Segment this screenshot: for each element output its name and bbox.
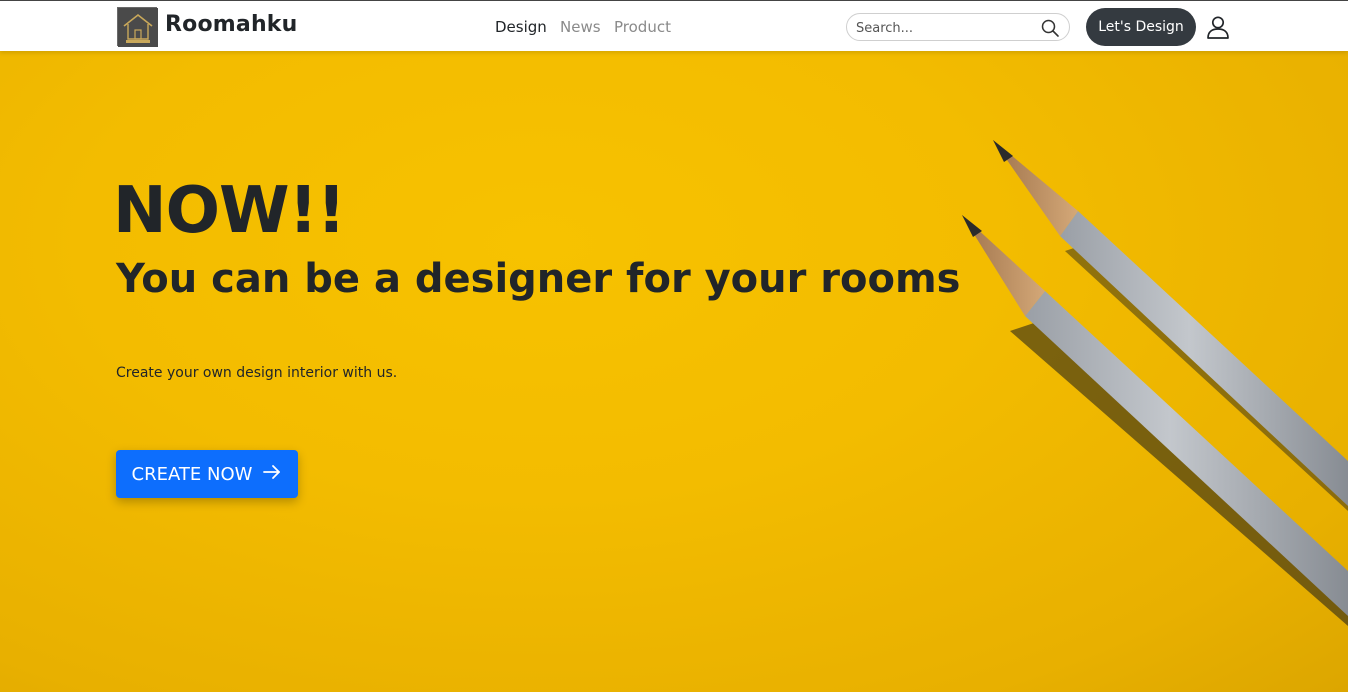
hero-section: NOW!! You can be a designer for your roo… (0, 51, 1348, 692)
lets-design-button[interactable]: Let's Design (1086, 8, 1196, 46)
hero-subtitle: Create your own design interior with us. (116, 365, 398, 381)
hero-kicker: NOW!! (113, 174, 346, 248)
search-input[interactable] (856, 19, 1036, 37)
search-icon[interactable] (1040, 18, 1060, 38)
house-logo[interactable] (117, 7, 158, 47)
create-now-label: CREATE NOW (131, 463, 253, 485)
search-box (846, 13, 1070, 41)
top-navbar: Roomahku Design News Product Let's Desig… (0, 0, 1348, 51)
nav-link-news[interactable]: News (560, 18, 601, 36)
user-icon[interactable] (1205, 14, 1231, 40)
hero-title: You can be a designer for your rooms (116, 256, 961, 302)
nav-link-product[interactable]: Product (614, 18, 671, 36)
brand-name[interactable]: Roomahku (165, 12, 298, 37)
nav-link-design[interactable]: Design (495, 18, 547, 36)
arrow-right-icon (262, 464, 282, 485)
create-now-button[interactable]: CREATE NOW (116, 450, 298, 498)
